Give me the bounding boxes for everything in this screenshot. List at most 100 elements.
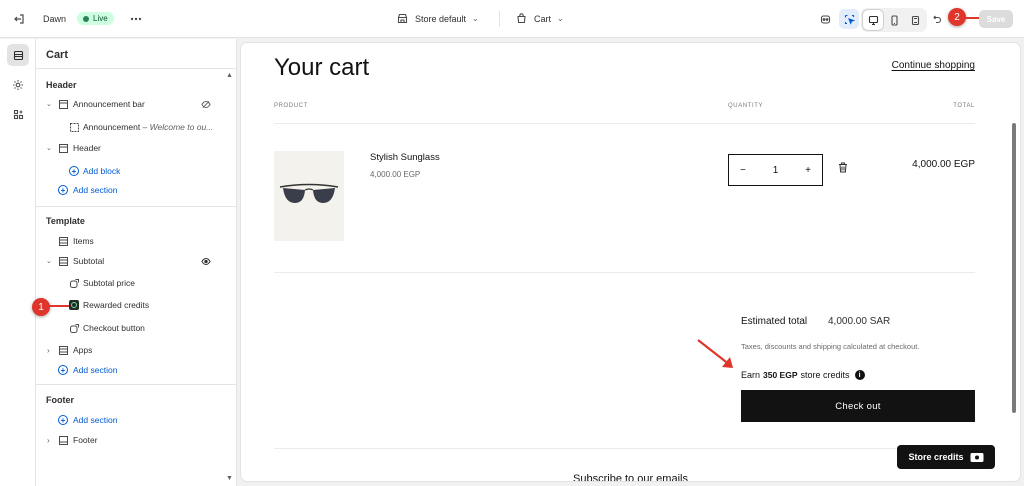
- block-label: Rewarded credits: [83, 300, 150, 310]
- section-label: Footer: [73, 435, 98, 445]
- block-checkout-button[interactable]: Checkout button: [36, 319, 229, 337]
- product-name[interactable]: Stylish Sunglass: [370, 152, 440, 163]
- subscribe-heading: Subscribe to our emails: [573, 473, 688, 481]
- add-section-label: Add section: [73, 415, 118, 425]
- plus-circle-icon: +: [58, 365, 68, 375]
- icon-rail: [0, 39, 36, 486]
- block-label: Announcement: [83, 122, 141, 132]
- callout-pointer-icon: [965, 17, 979, 19]
- section-icon: [58, 236, 68, 246]
- eye-icon[interactable]: [201, 256, 211, 266]
- page-title: Your cart: [274, 54, 370, 81]
- scroll-up-icon[interactable]: ▲: [226, 72, 233, 79]
- section-icon: [58, 99, 68, 109]
- fullscreen-icon[interactable]: [905, 10, 925, 30]
- store-select[interactable]: Store default ⌄: [397, 13, 479, 24]
- estimated-total-label: Estimated total: [741, 316, 808, 327]
- divider: [499, 11, 500, 27]
- section-items[interactable]: Items: [36, 232, 229, 250]
- add-block-link[interactable]: + Add block: [36, 162, 229, 180]
- chevron-right-icon[interactable]: ›: [47, 346, 50, 355]
- preview-scrollbar[interactable]: [1012, 123, 1016, 413]
- section-footer[interactable]: › Footer: [36, 431, 229, 449]
- section-announcement-bar[interactable]: ⌄ Announcement bar: [36, 95, 229, 113]
- select-element-icon[interactable]: [839, 9, 859, 29]
- sidebar-title: Cart: [46, 49, 69, 61]
- trash-icon[interactable]: [838, 162, 848, 175]
- live-dot-icon: [83, 15, 89, 22]
- section-header[interactable]: ⌄ Header: [36, 139, 229, 157]
- group-title-template: Template: [46, 216, 85, 226]
- section-label: Announcement bar: [73, 99, 145, 109]
- section-apps[interactable]: › Apps: [36, 341, 229, 359]
- mobile-icon[interactable]: [884, 10, 904, 30]
- info-icon[interactable]: i: [854, 370, 865, 380]
- earn-amount: 350 EGP: [763, 370, 798, 380]
- sunglasses-icon: [279, 183, 339, 203]
- store-credits-button[interactable]: Store credits: [897, 445, 995, 469]
- store-preview: Your cart Continue shopping PRODUCT QUAN…: [241, 43, 1020, 481]
- group-title-footer: Footer: [46, 395, 74, 405]
- app-block-icon: [69, 323, 79, 333]
- add-section-link[interactable]: + Add section: [36, 361, 229, 379]
- callout-pointer-icon: [49, 305, 69, 307]
- section-icon: [58, 143, 68, 153]
- inspector-icon[interactable]: [815, 9, 835, 29]
- section-subtotal[interactable]: ⌄ Subtotal: [36, 252, 229, 270]
- quantity-value[interactable]: 1: [773, 165, 779, 176]
- undo-icon[interactable]: [926, 9, 946, 29]
- section-label: Header: [73, 143, 101, 153]
- page-select-label: Cart: [534, 13, 552, 24]
- wallet-icon: [970, 452, 984, 462]
- checkout-button[interactable]: Check out: [741, 390, 975, 422]
- callout-badge-1: 1: [32, 298, 50, 316]
- chevron-right-icon[interactable]: ›: [47, 436, 50, 445]
- tax-note: Taxes, discounts and shipping calculated…: [741, 342, 920, 351]
- page-select[interactable]: Cart ⌄: [516, 13, 564, 24]
- chevron-down-icon[interactable]: ⌄: [46, 257, 52, 265]
- column-header-product: PRODUCT: [274, 103, 308, 109]
- block-sublabel: – Welcome to ou...: [140, 122, 214, 132]
- block-announcement[interactable]: Announcement – Welcome to ou...: [36, 118, 229, 136]
- block-label: Checkout button: [83, 323, 145, 333]
- quantity-decrease-button[interactable]: −: [740, 165, 746, 176]
- sections-sidebar: Cart ▲ Header ⌄ Announcement bar Announc…: [36, 39, 237, 486]
- block-subtotal-price[interactable]: Subtotal price: [36, 274, 229, 292]
- group-title-header: Header: [46, 80, 77, 90]
- exit-icon[interactable]: [9, 9, 29, 29]
- product-image[interactable]: [274, 151, 344, 241]
- earn-credits-text: Earn 350 EGP store credits i: [741, 370, 865, 380]
- block-label: Subtotal price: [83, 278, 135, 288]
- earn-prefix: Earn: [741, 370, 761, 380]
- earn-suffix: store credits: [800, 370, 850, 380]
- eye-off-icon[interactable]: [201, 99, 211, 109]
- chevron-down-icon[interactable]: ⌄: [46, 100, 52, 108]
- sections-icon[interactable]: [7, 44, 29, 66]
- section-label: Apps: [73, 345, 93, 355]
- more-horizontal-icon[interactable]: [126, 9, 146, 29]
- desktop-icon[interactable]: [863, 10, 883, 30]
- scroll-down-icon[interactable]: ▼: [226, 475, 233, 482]
- divider: [274, 123, 975, 124]
- section-label: Items: [73, 236, 94, 246]
- add-block-label: Add block: [83, 166, 121, 176]
- quantity-increase-button[interactable]: +: [805, 165, 811, 176]
- continue-shopping-link[interactable]: Continue shopping: [892, 60, 975, 71]
- divider: [274, 448, 975, 449]
- live-label: Live: [93, 14, 108, 23]
- divider: [274, 272, 975, 273]
- column-header-quantity: QUANTITY: [728, 103, 764, 109]
- save-button[interactable]: Save: [979, 10, 1013, 28]
- chevron-down-icon[interactable]: ⌄: [46, 144, 52, 152]
- add-section-link[interactable]: + Add section: [36, 411, 229, 429]
- add-section-link[interactable]: + Add section: [36, 181, 229, 199]
- bag-icon: [517, 13, 526, 24]
- apps-icon[interactable]: [7, 103, 29, 125]
- device-toggle: [861, 8, 927, 32]
- plus-circle-icon: +: [69, 166, 79, 176]
- section-label: Subtotal: [73, 256, 105, 266]
- gear-icon[interactable]: [7, 74, 29, 96]
- line-total: 4,000.00 EGP: [912, 159, 975, 170]
- callout-badge-2: 2: [948, 8, 966, 26]
- store-icon: [397, 13, 408, 24]
